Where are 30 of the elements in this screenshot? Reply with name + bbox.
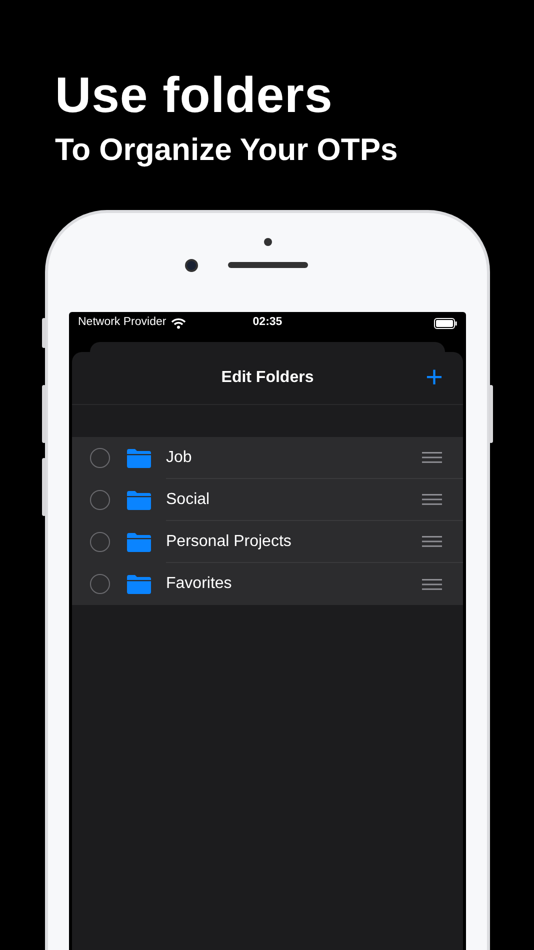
folder-name: Job (166, 448, 192, 468)
folder-row[interactable]: Job (72, 437, 463, 479)
sensor-icon (264, 238, 272, 246)
wifi-icon (171, 318, 186, 328)
drag-handle-icon[interactable] (422, 578, 442, 590)
selection-circle[interactable] (90, 490, 110, 510)
drag-handle-icon[interactable] (422, 452, 442, 463)
folder-icon (127, 574, 151, 594)
drag-handle-icon[interactable] (422, 536, 442, 547)
folder-name: Social (166, 490, 210, 510)
folder-icon (127, 448, 151, 468)
drag-handle-icon[interactable] (422, 494, 442, 505)
add-button[interactable]: + (425, 363, 443, 393)
selection-circle[interactable] (90, 448, 110, 468)
headline: Use folders (55, 70, 334, 120)
folder-icon (127, 490, 151, 510)
battery-icon (434, 318, 457, 328)
carrier-label: Network Provider (78, 315, 166, 330)
sheet-title: Edit Folders (221, 368, 314, 388)
subheadline: To Organize Your OTPs (55, 134, 399, 165)
camera-icon (185, 259, 198, 272)
selection-circle[interactable] (90, 532, 110, 552)
folder-row[interactable]: Personal Projects (72, 521, 463, 563)
clock-time: 02:35 (252, 316, 282, 328)
selection-circle[interactable] (90, 574, 110, 594)
folder-icon (127, 532, 151, 552)
folder-row[interactable]: Social (72, 479, 463, 521)
folder-row[interactable]: Favorites (72, 563, 463, 605)
folder-name: Personal Projects (166, 532, 292, 552)
folder-name: Favorites (166, 574, 232, 594)
